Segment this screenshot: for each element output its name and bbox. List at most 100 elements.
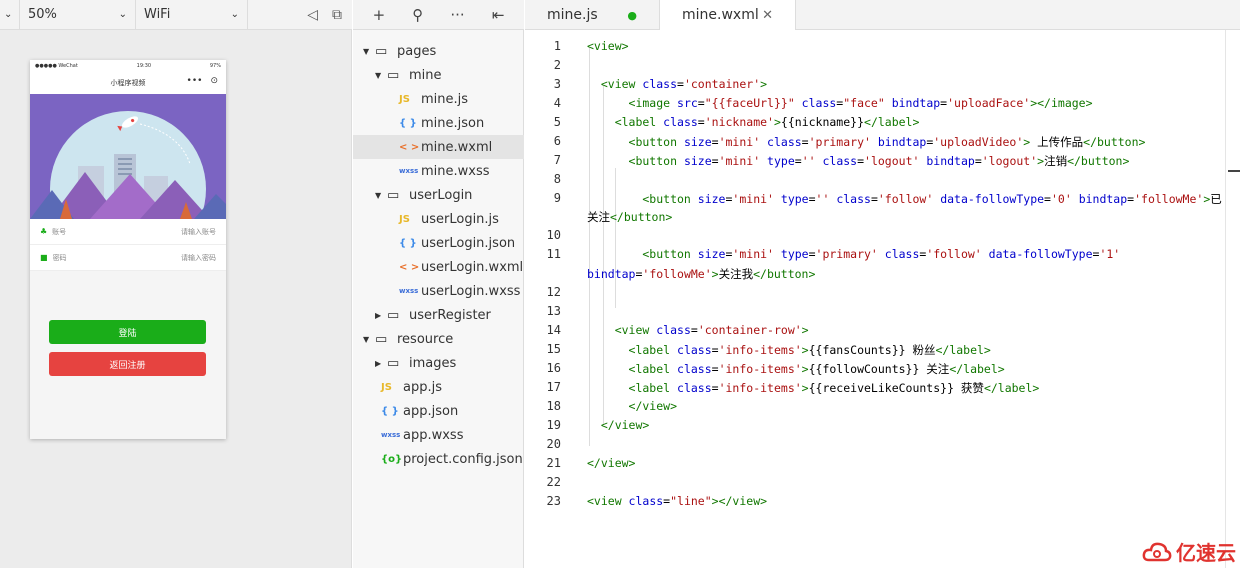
tree-file[interactable]: JS app.js <box>353 375 524 399</box>
tree-file[interactable]: { } mine.json <box>353 111 524 135</box>
json-file-icon: { } <box>399 237 417 249</box>
search-icon[interactable]: ⚲ <box>412 6 423 24</box>
expanded-arrow-icon[interactable]: ▼ <box>375 71 387 80</box>
code-line: <button size='mini' class='primary' bind… <box>587 134 1146 150</box>
wxss-file-icon: wxss <box>399 167 419 175</box>
zoom-select[interactable]: 50% ⌄ <box>20 0 136 30</box>
register-button[interactable]: 返回注册 <box>49 352 206 376</box>
code-line: </view> <box>587 418 649 432</box>
tree-file[interactable]: { } userLogin.json <box>353 231 524 255</box>
line-number: 19 <box>546 418 561 432</box>
unsaved-dot-icon: ● <box>627 8 637 22</box>
tab-mine-js[interactable]: mine.js ● <box>525 0 660 30</box>
code-token: '' <box>801 154 816 168</box>
tree-file[interactable]: wxss userLogin.wxss <box>353 279 524 303</box>
tree-folder[interactable]: ▶ ▭ images <box>353 351 524 375</box>
collapsed-arrow-icon[interactable]: ▶ <box>375 359 387 368</box>
simulator-area: ●●●●● WeChat 19:30 97% 小程序视频 ••• ⊙ ♣ 账号 … <box>0 30 352 568</box>
code-token: = <box>690 323 698 337</box>
expanded-arrow-icon[interactable]: ▼ <box>363 335 375 344</box>
tree-folder[interactable]: ▼ ▭ userLogin <box>353 183 524 207</box>
tree-file[interactable]: < > userLogin.wxml <box>353 255 524 279</box>
code-token: bindtap <box>919 154 975 168</box>
close-icon[interactable]: ✕ <box>762 8 773 23</box>
code-token: 'primary' <box>808 135 871 149</box>
code-token: "{{faceUrl}}" <box>704 96 795 110</box>
close-circle-icon[interactable]: ⊙ <box>210 76 218 86</box>
code-token: class <box>877 247 920 261</box>
expanded-arrow-icon[interactable]: ▼ <box>375 191 387 200</box>
status-battery: 97% <box>209 63 221 69</box>
line-number: 9 <box>553 191 561 205</box>
tree-file[interactable]: wxss mine.wxss <box>353 159 524 183</box>
line-number: 5 <box>553 115 561 129</box>
code-token: 'mini' <box>732 247 774 261</box>
tree-label: mine.wxml <box>421 139 493 155</box>
code-token: <button <box>587 247 698 261</box>
line-number: 8 <box>553 172 561 186</box>
editor-scrollbar[interactable] <box>1225 30 1240 568</box>
code-token: 'mini' <box>718 154 761 168</box>
mute-icon[interactable]: ◁ <box>307 7 318 23</box>
device-select[interactable]: ⌄ <box>0 0 20 30</box>
expanded-arrow-icon[interactable]: ▼ <box>363 47 375 56</box>
add-icon[interactable]: + <box>373 6 386 24</box>
window-icon[interactable]: ⧉ <box>332 7 342 23</box>
tree-file[interactable]: wxss app.wxss <box>353 423 524 447</box>
more-icon[interactable]: ··· <box>450 6 464 24</box>
code-token: 'primary' <box>815 247 878 261</box>
code-token: </view> <box>587 456 636 470</box>
nav-bar: 小程序视频 ••• ⊙ <box>30 72 226 94</box>
code-token: bindtap <box>870 135 927 149</box>
network-value: WiFi <box>144 7 171 22</box>
line-number: 1 <box>553 39 561 53</box>
password-field[interactable]: ■ 密码 请输入密码 <box>30 245 226 271</box>
account-field[interactable]: ♣ 账号 请输入账号 <box>30 219 226 245</box>
tree-folder[interactable]: ▼ ▭ resource <box>353 327 524 351</box>
zoom-value: 50% <box>28 7 57 22</box>
tree-file[interactable]: < > mine.wxml <box>353 135 524 159</box>
code-line: bindtap='followMe'>关注我</button> <box>587 266 815 282</box>
code-line: <view class='container-row'> <box>587 323 809 337</box>
login-button[interactable]: 登陆 <box>49 320 206 344</box>
code-token: "line" <box>670 494 712 508</box>
tree-file[interactable]: { } app.json <box>353 399 524 423</box>
code-token: </button> <box>610 210 673 224</box>
code-token: size <box>697 247 726 261</box>
tree-file[interactable]: JS userLogin.js <box>353 207 524 231</box>
code-editor[interactable]: 1 2 3 4 5 6 7 8 9 10 11 12 13 14 15 16 17 18 19 20 21 22 23 <vi… <box>525 30 1225 568</box>
tree-file[interactable]: JS mine.js <box>353 87 524 111</box>
tree-folder[interactable]: ▶ ▭ userRegister <box>353 303 524 327</box>
code-line: <label class='info-items'>{{followCounts… <box>587 361 1005 377</box>
code-token: </button> <box>1067 154 1130 168</box>
code-token: > <box>801 323 809 337</box>
network-select[interactable]: WiFi ⌄ <box>136 0 248 30</box>
chevron-down-icon: ⌄ <box>118 9 127 20</box>
code-token: 'follow' <box>926 247 982 261</box>
tree-label: userLogin.json <box>421 235 516 251</box>
code-line: <button size='mini' type='' class='follo… <box>587 191 1221 207</box>
capsule-menu[interactable]: ••• ⊙ <box>187 76 218 86</box>
line-number: 2 <box>553 58 561 72</box>
code-token: 'logout' <box>981 154 1038 168</box>
code-token: class <box>677 362 712 376</box>
code-token: > <box>801 381 809 395</box>
banner-illustration <box>30 111 226 219</box>
code-token: <label <box>587 362 678 376</box>
code-token: </view> <box>587 399 678 413</box>
collapsed-arrow-icon[interactable]: ▶ <box>375 311 387 320</box>
code-token: bindtap <box>587 267 636 281</box>
tab-mine-wxml[interactable]: mine.wxml ✕ <box>660 0 796 30</box>
more-icon[interactable]: ••• <box>187 76 203 86</box>
tree-label: pages <box>397 43 437 59</box>
config-file-icon: {o} <box>381 453 403 465</box>
collapse-icon[interactable]: ⇤ <box>492 6 505 24</box>
code-token: 注销 <box>1044 154 1068 168</box>
code-token: '' <box>815 192 830 206</box>
code-token: </button> <box>753 267 816 281</box>
tree-folder[interactable]: ▼ ▭ mine <box>353 63 524 87</box>
code-token: class <box>815 154 858 168</box>
tree-file[interactable]: {o} project.config.json <box>353 447 524 471</box>
phone-frame: ●●●●● WeChat 19:30 97% 小程序视频 ••• ⊙ ♣ 账号 … <box>30 60 226 439</box>
tree-folder[interactable]: ▼ ▭ pages <box>353 39 524 63</box>
